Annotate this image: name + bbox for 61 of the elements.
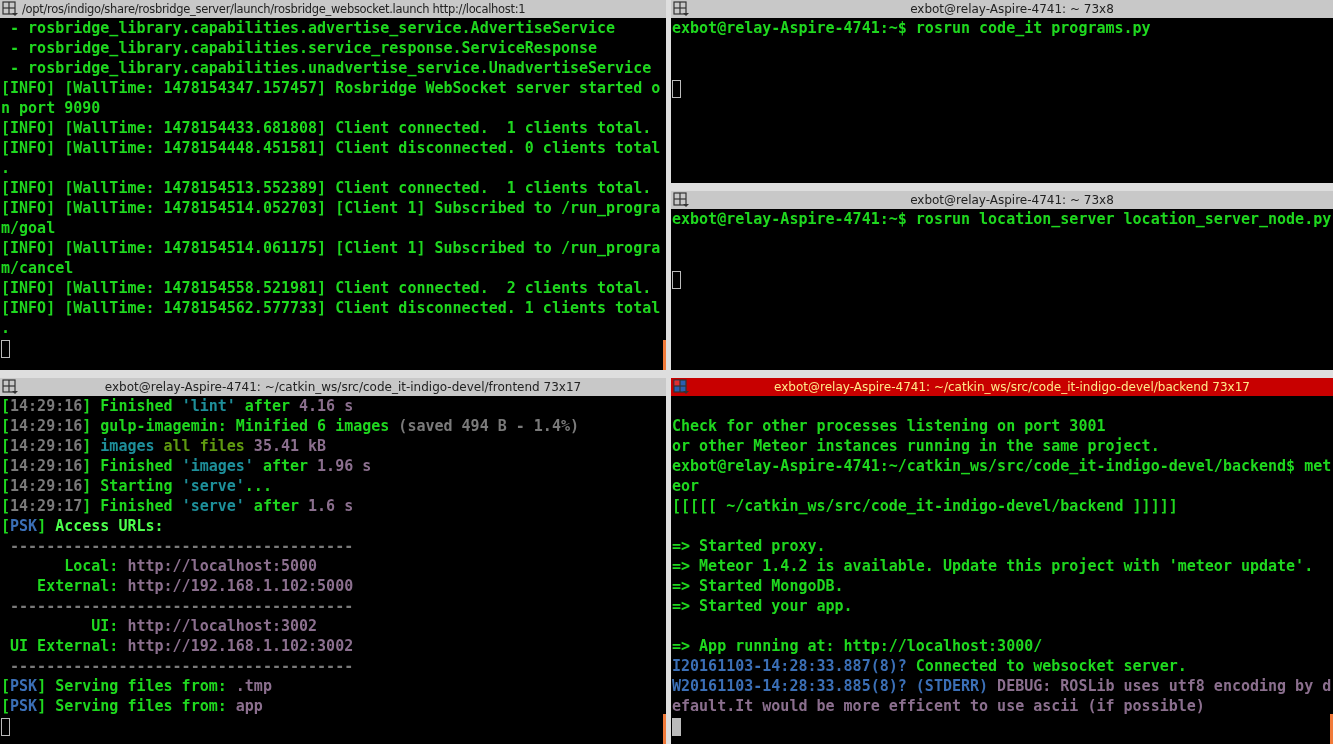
terminal-screen[interactable]	[671, 396, 1333, 744]
terminal-screen[interactable]: exbot@relay-Aspire-4741:~$ rosrun code_it programs.py	[671, 18, 1333, 183]
split-menu-icon[interactable]	[2, 379, 18, 395]
terminal-line: - rosbridge_library.capabilities.unadvertise_service.UnadvertiseService	[9, 58, 653, 78]
terminal-line: [PSK] Serving files from: app	[0, 696, 264, 716]
terminal-line: Check for other processes listening on port 3001	[671, 416, 1107, 436]
pane-title-bar[interactable]: exbot@relay-Aspire-4741: ~/catkin_ws/src/code_it-indigo-devel/frontend 73x17	[0, 378, 666, 396]
pane-title-bar[interactable]: exbot@relay-Aspire-4741: ~ 73x8	[671, 0, 1333, 18]
terminal-line: exbot@relay-Aspire-4741:~$ rosrun code_it programs.py	[671, 18, 1152, 38]
terminal-line: [INFO] [WallTime: 1478154562.577733] Client disconnected. 1 clients total	[0, 298, 662, 318]
terminal-line: --------------------------------------	[9, 536, 355, 556]
terminal-line: eor	[671, 476, 701, 496]
terminal-line: W20161103-14:28:33.885(8)? (STDERR) DEBUG: ROSLib uses utf8 encoding by d	[671, 676, 1333, 696]
terminal-line: I20161103-14:28:33.887(8)? Connected to websocket server.	[671, 656, 1188, 676]
terminal-line: Local: http://localhost:5000	[63, 556, 319, 576]
terminal-screen[interactable]: exbot@relay-Aspire-4741:~$ rosrun location_server location_server_node.py	[671, 209, 1333, 370]
terminal-line: efault.It would be more efficent to use ascii (if possible)	[671, 696, 1206, 716]
terminal-line: [INFO] [WallTime: 1478154513.552389] Client connected. 1 clients total.	[0, 178, 653, 198]
terminal-line: => Started your app.	[671, 596, 854, 616]
terminal-line: --------------------------------------	[9, 656, 355, 676]
terminal-line: [INFO] [WallTime: 1478154347.157457] Rosbridge WebSocket server started o	[0, 78, 662, 98]
terminal-line: [INFO] [WallTime: 1478154433.681808] Client connected. 1 clients total.	[0, 118, 653, 138]
terminal-line: or other Meteor instances running in the same project.	[671, 436, 1161, 456]
terminal-line: [INFO] [WallTime: 1478154514.052703] [Client 1] Subscribed to /run_progra	[0, 198, 662, 218]
pane-title-bar[interactable]: exbot@relay-Aspire-4741: ~/catkin_ws/src/code_it-indigo-devel/backend 73x17	[671, 378, 1333, 396]
terminal-line: External: http://192.168.1.102:5000	[36, 576, 355, 596]
terminal-line: [PSK] Serving files from: .tmp	[0, 676, 273, 696]
terminal-line: exbot@relay-Aspire-4741:~/catkin_ws/src/code_it-indigo-devel/backend$ met	[671, 456, 1333, 476]
terminal-line: => Started proxy.	[671, 536, 827, 556]
terminal-line: n port 9090	[0, 98, 102, 118]
terminal-line: => Started MongoDB.	[671, 576, 845, 596]
terminal-line: [INFO] [WallTime: 1478154558.521981] Client connected. 2 clients total.	[0, 278, 653, 298]
terminal-line: exbot@relay-Aspire-4741:~$ rosrun location_server location_server_node.py	[671, 209, 1333, 229]
terminal-line: [INFO] [WallTime: 1478154448.451581] Client disconnected. 0 clients total	[0, 138, 662, 158]
split-menu-icon[interactable]	[673, 1, 689, 17]
split-menu-icon[interactable]	[2, 1, 18, 17]
terminal-line: m/goal	[0, 218, 57, 238]
terminal-line: => Meteor 1.4.2 is available. Update this project with 'meteor update'.	[671, 556, 1315, 576]
terminal-line: [[[[[ ~/catkin_ws/src/code_it-indigo-devel/backend ]]]]]	[671, 496, 1179, 516]
terminal-screen[interactable]	[0, 18, 666, 370]
terminal-line: [14:29:17] Finished 'serve' after 1.6 s	[0, 496, 355, 516]
pane-title-bar[interactable]: exbot@relay-Aspire-4741: ~ 73x8	[671, 191, 1333, 209]
terminal-line: [PSK] Access URLs:	[0, 516, 165, 536]
terminal-line: [14:29:16] Finished 'images' after 1.96 s	[0, 456, 373, 476]
pane-title-bar[interactable]: /opt/ros/indigo/share/rosbridge_server/launch/rosbridge_websocket.launch http://localhost:1	[0, 0, 666, 18]
terminal-line: - rosbridge_library.capabilities.advertise_service.AdvertiseService	[9, 18, 617, 38]
terminal-line: [INFO] [WallTime: 1478154514.061175] [Client 1] Subscribed to /run_progra	[0, 238, 662, 258]
terminal-line: --------------------------------------	[9, 596, 355, 616]
terminal-line: [14:29:16] images all files 35.41 kB	[0, 436, 328, 456]
terminal-line: [14:29:16] Finished 'lint' after 4.16 s	[0, 396, 355, 416]
terminal-line: .	[0, 158, 12, 178]
terminal-line: UI External: http://192.168.1.102:3002	[9, 636, 355, 656]
terminal-line: UI: http://localhost:3002	[90, 616, 319, 636]
terminal-line: .	[0, 318, 12, 338]
terminal-line: [14:29:16] gulp-imagemin: Minified 6 images (saved 494 B - 1.4%)	[0, 416, 580, 436]
terminal-line: => App running at: http://localhost:3000/	[671, 636, 1044, 656]
terminal-line: [14:29:16] Starting 'serve'...	[0, 476, 273, 496]
terminal-line: m/cancel	[0, 258, 75, 278]
terminal-line: - rosbridge_library.capabilities.service_response.ServiceResponse	[9, 38, 599, 58]
split-menu-icon[interactable]	[673, 192, 689, 208]
terminal-screen[interactable]	[0, 396, 666, 744]
